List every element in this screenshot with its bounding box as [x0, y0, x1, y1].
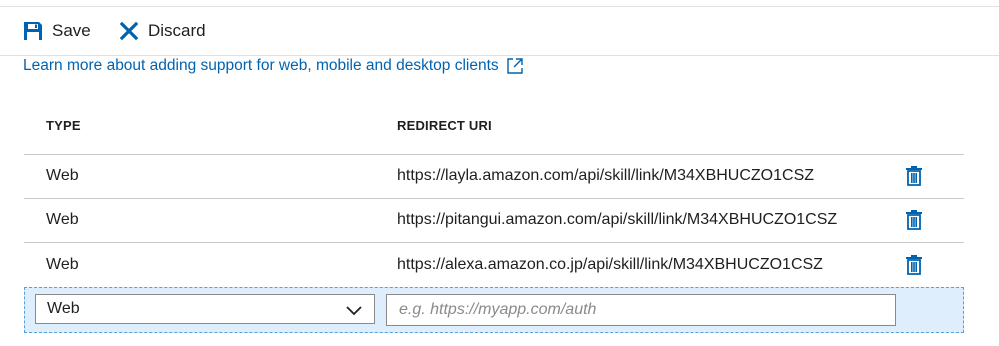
discard-button[interactable]: Discard	[118, 20, 206, 42]
learn-more-link[interactable]: Learn more about adding support for web,…	[23, 57, 524, 75]
row-divider	[24, 198, 964, 199]
close-icon	[118, 20, 140, 42]
row-redirect-uri: https://alexa.amazon.co.jp/api/skill/lin…	[397, 256, 823, 273]
row-redirect-uri: https://layla.amazon.com/api/skill/link/…	[397, 167, 815, 184]
learn-more-text: Learn more about adding support for web,…	[23, 57, 499, 74]
delete-icon[interactable]	[905, 210, 923, 230]
type-dropdown[interactable]: Web	[35, 294, 375, 324]
row-divider	[24, 242, 964, 243]
save-label: Save	[52, 21, 91, 40]
row-type: Web	[46, 211, 79, 228]
row-redirect-uri: https://pitangui.amazon.com/api/skill/li…	[397, 211, 838, 228]
chevron-down-icon	[346, 303, 362, 321]
delete-icon[interactable]	[905, 255, 923, 275]
new-redirect-uri-row: Web	[24, 287, 964, 333]
discard-label: Discard	[148, 21, 206, 40]
external-link-icon	[506, 57, 524, 75]
delete-icon[interactable]	[905, 166, 923, 186]
column-header-redirect-uri: REDIRECT URI	[397, 118, 492, 133]
save-icon	[22, 20, 44, 42]
type-dropdown-value: Web	[47, 300, 80, 317]
row-type: Web	[46, 256, 79, 273]
redirect-uri-input[interactable]	[386, 294, 896, 326]
row-type: Web	[46, 167, 79, 184]
save-button[interactable]: Save	[22, 20, 91, 42]
command-bar: Save Discard	[0, 7, 999, 56]
column-header-type: TYPE	[46, 118, 81, 133]
redirect-uris-panel: Save Discard Learn more about adding sup…	[0, 0, 999, 346]
row-divider	[24, 154, 964, 155]
